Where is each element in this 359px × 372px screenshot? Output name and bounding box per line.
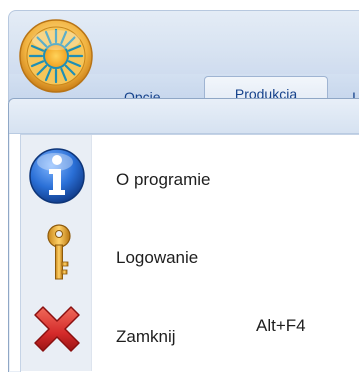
key-icon bbox=[25, 222, 89, 286]
close-x-icon bbox=[25, 299, 89, 363]
menu-item-about-label: O programie bbox=[116, 170, 211, 189]
menu-item-about[interactable]: O programie bbox=[21, 140, 359, 216]
menu-item-exit[interactable]: Zamknij Alt+F4 bbox=[21, 295, 359, 371]
info-icon bbox=[25, 144, 89, 208]
application-orb-button[interactable] bbox=[16, 16, 96, 96]
application-menu-header bbox=[9, 99, 359, 134]
menu-item-exit-shortcut: Alt+F4 bbox=[256, 316, 306, 335]
menu-item-login-label: Logowanie bbox=[116, 248, 199, 267]
sun-logo-icon bbox=[19, 19, 93, 93]
menu-item-login[interactable]: Logowanie bbox=[21, 218, 359, 294]
menu-item-exit-label: Zamknij bbox=[116, 327, 176, 346]
